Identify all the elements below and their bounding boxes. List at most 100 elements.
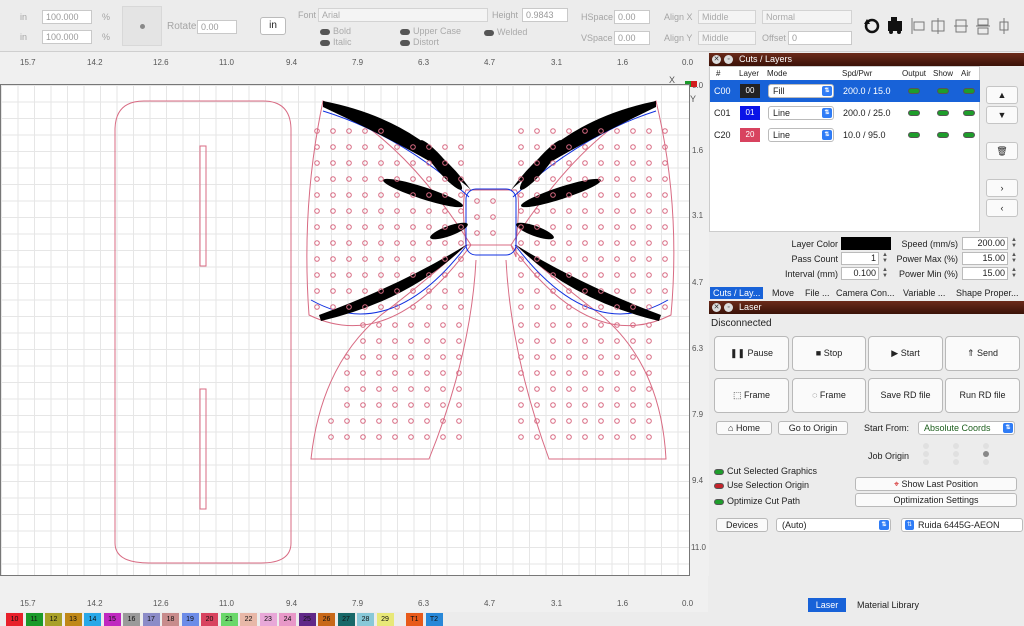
- scale-x-input[interactable]: 100.000: [42, 10, 92, 24]
- palette-swatch[interactable]: 29: [376, 613, 394, 626]
- align-y-select[interactable]: Middle: [698, 31, 756, 45]
- italic-checkbox[interactable]: Italic: [320, 37, 352, 47]
- close-icon[interactable]: ✕: [712, 55, 721, 64]
- float-icon[interactable]: ◦: [724, 55, 733, 64]
- palette-swatch[interactable]: 18: [162, 613, 179, 626]
- palette-swatch[interactable]: T2: [425, 613, 443, 626]
- scale-y-input[interactable]: 100.000: [42, 30, 92, 44]
- pass-count-input[interactable]: 1: [841, 252, 879, 265]
- cut-selected-checkbox[interactable]: Cut Selected Graphics: [714, 465, 817, 477]
- pass-stepper[interactable]: ▲ ▼: [881, 252, 889, 265]
- speed-stepper[interactable]: ▲ ▼: [1010, 237, 1018, 250]
- next-button[interactable]: ›: [986, 179, 1018, 197]
- palette-swatch[interactable]: T1: [406, 613, 423, 626]
- pause-button[interactable]: ❚❚ Pause: [714, 336, 789, 371]
- tab-cuts-layers[interactable]: Cuts / Lay...: [710, 287, 764, 299]
- optimization-settings-button[interactable]: Optimization Settings: [855, 493, 1017, 507]
- palette-swatch[interactable]: 25: [298, 613, 316, 626]
- show-toggle[interactable]: [937, 88, 949, 94]
- tab-variable-text[interactable]: Variable ...: [900, 287, 948, 299]
- layer-row[interactable]: C20 20 Line ⇅ 10.0 / 95.0: [710, 124, 980, 146]
- run-rd-file-button[interactable]: Run RD file: [945, 378, 1020, 413]
- height-input[interactable]: 0.9843: [522, 8, 568, 22]
- bold-checkbox[interactable]: Bold: [320, 26, 351, 36]
- palette-swatch[interactable]: 14: [84, 613, 101, 626]
- palette-swatch[interactable]: 20: [201, 613, 218, 626]
- palette-swatch[interactable]: 24: [279, 613, 296, 626]
- distort-checkbox[interactable]: Distort: [400, 37, 439, 47]
- air-toggle[interactable]: [963, 110, 975, 116]
- tab-material-library[interactable]: Material Library: [848, 598, 928, 612]
- align-x-select[interactable]: Middle: [698, 10, 756, 24]
- air-toggle[interactable]: [963, 132, 975, 138]
- font-select[interactable]: Arial: [318, 8, 488, 22]
- delete-layer-button[interactable]: 🗑: [986, 142, 1018, 160]
- palette-swatch[interactable]: 22: [240, 613, 257, 626]
- show-toggle[interactable]: [937, 132, 949, 138]
- upper-case-checkbox[interactable]: Upper Case: [400, 26, 461, 36]
- layer-color-swatch[interactable]: [841, 237, 891, 250]
- origin-grid[interactable]: [122, 6, 162, 46]
- device-select[interactable]: ⇅ Ruida 6445G-AEON: [901, 518, 1023, 532]
- palette-swatch[interactable]: 21: [220, 613, 238, 626]
- tab-move[interactable]: Move: [769, 287, 797, 299]
- tab-file[interactable]: File ...: [802, 287, 833, 299]
- move-layer-up-button[interactable]: ▲: [986, 86, 1018, 104]
- output-toggle[interactable]: [908, 88, 920, 94]
- layer-swatch[interactable]: 01: [740, 106, 760, 120]
- power-max-input[interactable]: 15.00: [962, 252, 1008, 265]
- palette-swatch[interactable]: 12: [45, 613, 62, 626]
- palette-swatch[interactable]: 17: [142, 613, 160, 626]
- hspace-input[interactable]: 0.00: [614, 10, 650, 24]
- show-toggle[interactable]: [937, 110, 949, 116]
- port-select[interactable]: (Auto) ⇅: [776, 518, 891, 532]
- vspace-input[interactable]: 0.00: [614, 31, 650, 45]
- text-mode-select[interactable]: Normal: [762, 10, 852, 24]
- layer-swatch[interactable]: 20: [740, 128, 760, 142]
- palette-swatch[interactable]: 19: [181, 613, 199, 626]
- show-last-position-button[interactable]: ⌖ Show Last Position: [855, 477, 1017, 491]
- palette-swatch[interactable]: 16: [123, 613, 140, 626]
- frame-rect-button[interactable]: ⬚ Frame: [714, 378, 789, 413]
- palette-swatch[interactable]: 27: [337, 613, 355, 626]
- offset-input[interactable]: 0: [788, 31, 852, 45]
- power-max-stepper[interactable]: ▲ ▼: [1010, 252, 1018, 265]
- layer-swatch[interactable]: 00: [740, 84, 760, 98]
- interval-input[interactable]: 0.100: [841, 267, 879, 280]
- mode-select[interactable]: Line ⇅: [768, 128, 834, 142]
- palette-swatch[interactable]: 11: [25, 613, 43, 626]
- output-toggle[interactable]: [908, 110, 920, 116]
- tab-laser[interactable]: Laser: [808, 598, 846, 612]
- tab-shape-properties[interactable]: Shape Proper...: [953, 287, 1022, 299]
- close-icon[interactable]: ✕: [712, 303, 721, 312]
- design-canvas[interactable]: [0, 84, 690, 576]
- frame-circle-button[interactable]: ◌ Frame: [792, 378, 866, 413]
- power-min-stepper[interactable]: ▲ ▼: [1010, 267, 1018, 280]
- air-toggle[interactable]: [963, 88, 975, 94]
- float-icon[interactable]: ◦: [724, 303, 733, 312]
- units-toggle-button[interactable]: in: [260, 17, 286, 35]
- optimize-cut-path-checkbox[interactable]: Optimize Cut Path: [714, 495, 800, 507]
- use-selection-origin-checkbox[interactable]: Use Selection Origin: [714, 479, 809, 491]
- output-toggle[interactable]: [908, 132, 920, 138]
- layer-row[interactable]: C01 01 Line ⇅ 200.0 / 25.0: [710, 102, 980, 124]
- start-from-select[interactable]: Absolute Coords ⇅: [918, 421, 1015, 435]
- palette-swatch[interactable]: 28: [357, 613, 374, 626]
- speed-input[interactable]: 200.00: [962, 237, 1008, 250]
- interval-stepper[interactable]: ▲ ▼: [881, 267, 889, 280]
- go-to-origin-button[interactable]: Go to Origin: [778, 421, 848, 435]
- power-min-input[interactable]: 15.00: [962, 267, 1008, 280]
- undo-redo-icon[interactable]: [862, 16, 884, 36]
- start-button[interactable]: ▶ Start: [868, 336, 943, 371]
- devices-button[interactable]: Devices: [716, 518, 768, 532]
- job-origin-grid[interactable]: [918, 440, 998, 466]
- save-rd-file-button[interactable]: Save RD file: [868, 378, 943, 413]
- mode-select[interactable]: Line ⇅: [768, 106, 834, 120]
- align-tools-icons[interactable]: [910, 16, 1024, 36]
- move-layer-down-button[interactable]: ▼: [986, 106, 1018, 124]
- tab-camera-control[interactable]: Camera Con...: [833, 287, 898, 299]
- rotate-input[interactable]: 0.00: [197, 20, 237, 34]
- palette-swatch[interactable]: 15: [103, 613, 121, 626]
- welded-checkbox[interactable]: Welded: [484, 27, 527, 37]
- stop-button[interactable]: ■ Stop: [792, 336, 866, 371]
